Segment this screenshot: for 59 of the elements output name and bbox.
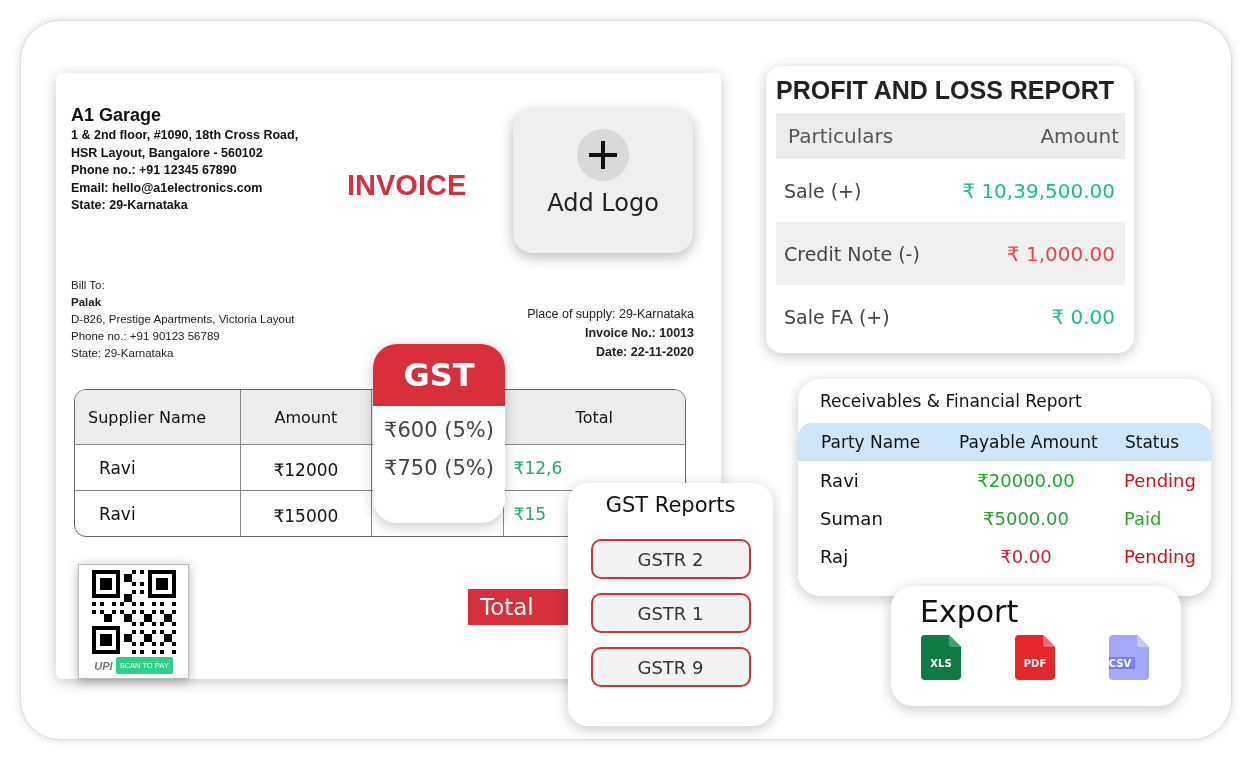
invoice-title: INVOICE bbox=[347, 169, 467, 202]
table-cell-text: ₹5000.00 bbox=[982, 507, 1070, 529]
table-cell: ₹12000 bbox=[273, 460, 339, 480]
table-cell-text: ₹20000.00 bbox=[976, 469, 1076, 491]
file-icon[interactable]: PDF bbox=[1015, 635, 1055, 680]
address-line: Phone no.: +91 12345 67890 bbox=[71, 162, 238, 179]
customer-detail: State: 29-Karnataka bbox=[71, 346, 175, 361]
table-cell: Sale FA (+) bbox=[784, 305, 890, 328]
status-label: Pending bbox=[1124, 469, 1197, 491]
export-title: Export bbox=[920, 594, 1020, 629]
table-cell: ₹15 bbox=[513, 503, 547, 524]
table-cell: ₹ 10,39,500.00 bbox=[962, 178, 1115, 203]
report-title: Receivables & Financial Report bbox=[820, 391, 1083, 411]
gst-value: ₹750 (5%) bbox=[384, 456, 494, 480]
table-cell-text: Raj bbox=[820, 545, 850, 567]
table-cell: Ravi bbox=[99, 457, 136, 478]
column-header: Particulars bbox=[788, 124, 894, 148]
column-header: Payable Amount bbox=[959, 432, 1099, 452]
upi-logo: UPI bbox=[94, 659, 113, 672]
report-button[interactable]: GSTR 2 bbox=[590, 539, 751, 579]
address-line: 1 & 2nd floor, #1090, 18th Cross Road, bbox=[71, 127, 300, 144]
file-icon[interactable]: XLS bbox=[921, 635, 961, 680]
gst-value: ₹600 (5%) bbox=[384, 418, 494, 442]
column-header: Status bbox=[1125, 432, 1181, 452]
total-label: Total bbox=[468, 589, 571, 625]
address-line: Email: hello@a1electronics.com bbox=[71, 179, 264, 197]
bill-to-label: Bill To: bbox=[71, 278, 106, 293]
report-button[interactable]: GSTR 9 bbox=[590, 647, 751, 687]
plus-icon bbox=[577, 129, 629, 181]
table-cell-text: Suman bbox=[820, 507, 884, 529]
table-cell: ₹12,6 bbox=[513, 457, 563, 478]
table-cell-text: Ravi bbox=[820, 469, 860, 491]
address-line: State: 29-Karnataka bbox=[71, 197, 189, 214]
address-line: HSR Layout, Bangalore - 560102 bbox=[71, 144, 264, 162]
invoice-number: Invoice No.: 10013 bbox=[584, 325, 694, 342]
gst-header: GST bbox=[373, 344, 505, 406]
column-header: Supplier Name bbox=[88, 407, 207, 427]
column-header: Party Name bbox=[821, 432, 922, 452]
place-of-supply: Place of supply: 29-Karnataka bbox=[527, 306, 694, 323]
business-name: A1 Garage bbox=[71, 104, 163, 127]
status-label: Paid bbox=[1124, 507, 1163, 529]
status-label: Pending bbox=[1124, 545, 1197, 567]
report-button[interactable]: GSTR 1 bbox=[590, 593, 751, 633]
column-header: Total bbox=[575, 407, 613, 427]
report-title: GST Reports bbox=[605, 493, 736, 517]
report-title: PROFIT AND LOSS REPORT bbox=[776, 76, 1115, 105]
table-cell: Sale (+) bbox=[784, 179, 862, 202]
column-header: Amount bbox=[274, 407, 338, 427]
column-header: Amount bbox=[1040, 124, 1119, 148]
table-cell: ₹ 0.00 bbox=[1051, 304, 1115, 329]
customer-name: Palak bbox=[71, 295, 103, 310]
customer-detail: D-826, Prestige Apartments, Victoria Layout bbox=[71, 312, 295, 327]
table-cell: Ravi bbox=[99, 503, 136, 524]
table-cell: ₹15000 bbox=[273, 506, 339, 526]
table-cell: Credit Note (-) bbox=[784, 242, 920, 265]
invoice-date: Date: 22-11-2020 bbox=[596, 344, 694, 361]
table-cell: ₹ 1,000.00 bbox=[1006, 241, 1115, 266]
table-cell-text: ₹0.00 bbox=[999, 545, 1053, 567]
customer-detail: Phone no.: +91 90123 56789 bbox=[71, 329, 221, 344]
